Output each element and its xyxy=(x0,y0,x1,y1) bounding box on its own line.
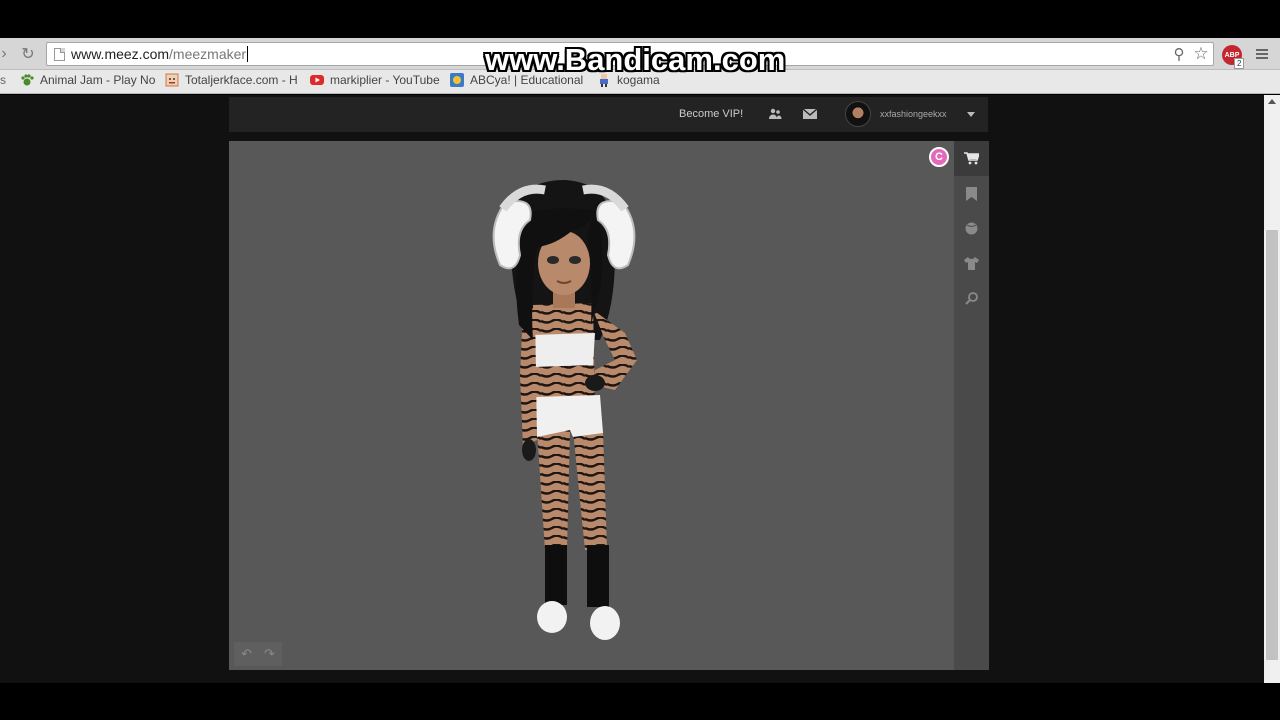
screen-letterbox-top xyxy=(0,0,1280,38)
forward-icon[interactable]: › xyxy=(0,44,14,64)
url-path: /meezmaker xyxy=(169,46,247,62)
paw-icon xyxy=(21,74,34,86)
undo-icon[interactable]: ↶ xyxy=(241,646,252,662)
text-caret xyxy=(247,46,249,62)
bookmark-edge-label: s xyxy=(0,73,6,87)
bookmark-animal-jam[interactable]: Animal Jam - Play No xyxy=(20,73,155,87)
screen-letterbox-bottom xyxy=(0,683,1280,720)
zoom-search-icon[interactable]: ⚲ xyxy=(1169,44,1189,64)
recording-watermark: www.Bandicam.com xyxy=(485,42,786,77)
star-bookmark-icon[interactable]: ☆ xyxy=(1191,44,1211,64)
scroll-up-arrow-icon[interactable] xyxy=(1268,99,1276,104)
page-icon xyxy=(54,48,65,61)
adblock-count-badge: 2 xyxy=(1234,58,1245,69)
become-vip-link[interactable]: Become VIP! xyxy=(679,108,743,120)
bookmark-icon[interactable] xyxy=(954,176,989,211)
bookmark-label: Totaljerkface.com - H xyxy=(185,73,298,87)
ball-icon[interactable] xyxy=(954,211,989,246)
meezmaker-tool-panel xyxy=(954,141,989,670)
url-text[interactable]: www.meez.com/meezmaker xyxy=(71,46,249,62)
meez-header: Become VIP! xxfashiongeekxx xyxy=(229,97,988,132)
youtube-icon xyxy=(310,75,324,85)
search-icon[interactable] xyxy=(954,281,989,316)
bookmark-totaljerkface[interactable]: Totaljerkface.com - H xyxy=(165,73,298,87)
friends-icon[interactable] xyxy=(767,106,783,122)
mail-icon[interactable] xyxy=(802,106,818,122)
bookmark-markiplier[interactable]: markiplier - YouTube xyxy=(310,73,440,87)
bookmark-label: markiplier - YouTube xyxy=(330,73,440,87)
abcya-icon xyxy=(450,73,464,87)
user-avatar[interactable] xyxy=(845,101,871,127)
coins-icon[interactable]: C xyxy=(929,147,949,167)
cart-icon[interactable] xyxy=(954,141,989,176)
reload-icon[interactable]: ↻ xyxy=(18,44,38,64)
avatar-character[interactable] xyxy=(475,175,650,645)
bookmark-label: Animal Jam - Play No xyxy=(40,73,156,87)
page-scrollbar[interactable] xyxy=(1264,95,1280,683)
face-icon xyxy=(165,73,179,87)
browser-menu-icon[interactable] xyxy=(1256,49,1268,59)
shirt-icon[interactable] xyxy=(954,246,989,281)
scrollbar-thumb[interactable] xyxy=(1266,230,1278,660)
username-label[interactable]: xxfashiongeekxx xyxy=(880,109,947,119)
url-host: www.meez.com xyxy=(71,46,170,62)
chevron-down-icon[interactable] xyxy=(967,112,975,117)
undo-redo-controls: ↶ ↷ xyxy=(234,642,282,666)
redo-icon[interactable]: ↷ xyxy=(264,646,275,662)
